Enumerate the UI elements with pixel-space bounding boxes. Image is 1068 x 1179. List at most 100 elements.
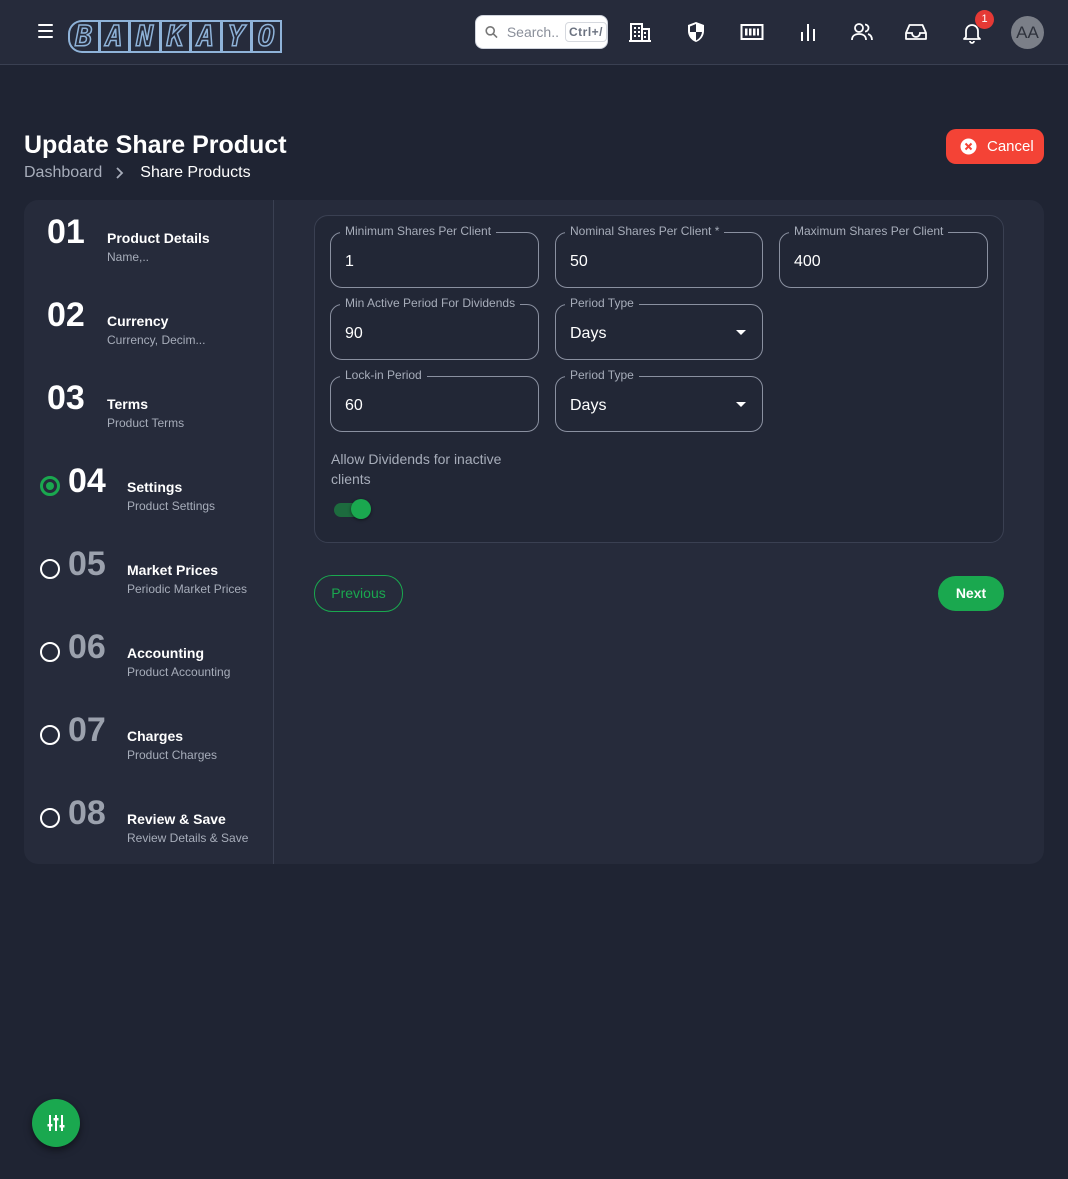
lockin-period-field[interactable]: Lock-in Period 60	[330, 368, 539, 432]
step-subtitle: Product Terms	[107, 416, 185, 430]
allow-dividends-label: Allow Dividends for inactive clients	[331, 451, 502, 487]
chevron-right-icon	[116, 167, 124, 179]
step-subtitle: Product Settings	[127, 499, 216, 513]
allow-dividends-toggle[interactable]	[334, 497, 374, 519]
avatar[interactable]: AA	[1011, 16, 1044, 49]
logo-letter: A	[190, 20, 221, 53]
wizard-card: 01 Product Details Name,.. 02 Currency C…	[24, 200, 1044, 864]
step-title: Terms	[107, 396, 148, 412]
bar-chart-icon[interactable]	[796, 20, 820, 44]
field-value: Days	[570, 397, 607, 414]
top-bar: B A N K A Y O Search.. Ctrl+/ 1 AA	[0, 0, 1068, 65]
step-title: Product Details	[107, 230, 210, 246]
step-number: 01	[47, 213, 85, 251]
step-terms[interactable]: 03 Terms Product Terms	[24, 371, 274, 431]
min-active-period-field[interactable]: Min Active Period For Dividends 90	[330, 296, 539, 360]
step-number: 02	[47, 296, 85, 334]
search-box[interactable]: Search.. Ctrl+/	[475, 15, 608, 49]
close-circle-icon	[960, 138, 977, 155]
dropdown-arrow-icon	[736, 330, 746, 335]
field-label: Min Active Period For Dividends	[340, 296, 521, 310]
step-subtitle: Review Details & Save	[127, 831, 249, 845]
nominal-shares-field[interactable]: Nominal Shares Per Client * 50	[555, 224, 763, 288]
step-market-prices[interactable]: 05 Market Prices Periodic Market Prices	[24, 537, 274, 597]
logo-letter: N	[129, 20, 160, 53]
search-placeholder: Search..	[506, 24, 559, 40]
field-value: Days	[570, 325, 607, 342]
logo-letter: K	[159, 20, 190, 53]
field-value: 1	[345, 253, 354, 270]
step-pending-indicator	[40, 559, 60, 579]
logo-letter: O	[251, 20, 282, 53]
step-subtitle: Currency, Decim...	[107, 333, 206, 347]
step-number: 05	[68, 545, 106, 583]
field-value: 60	[345, 397, 363, 414]
step-active-indicator	[40, 476, 60, 496]
step-accounting[interactable]: 06 Accounting Product Accounting	[24, 620, 274, 680]
search-icon	[485, 25, 498, 39]
field-label: Period Type	[565, 368, 639, 382]
step-title: Accounting	[127, 645, 204, 661]
logo-letter: A	[98, 20, 129, 53]
field-label: Lock-in Period	[340, 368, 427, 382]
settings-fab[interactable]	[32, 1099, 80, 1147]
field-value: 50	[570, 253, 588, 270]
shield-icon[interactable]	[684, 20, 708, 44]
notification-badge: 1	[975, 10, 994, 29]
step-title: Currency	[107, 313, 169, 329]
sliders-icon	[47, 1115, 65, 1131]
step-pending-indicator	[40, 725, 60, 745]
step-subtitle: Product Accounting	[127, 665, 231, 679]
logo[interactable]: B A N K A Y O	[68, 20, 282, 53]
step-review-save[interactable]: 08 Review & Save Review Details & Save	[24, 786, 274, 846]
step-subtitle: Name,..	[107, 250, 150, 264]
logo-letter: B	[68, 20, 99, 53]
breadcrumb-dashboard[interactable]: Dashboard	[24, 164, 102, 182]
step-title: Review & Save	[127, 811, 226, 827]
field-value: 400	[794, 253, 821, 270]
menu-icon[interactable]	[38, 24, 53, 38]
lockin-period-type-select[interactable]: Period Type Days	[555, 368, 763, 432]
money-icon[interactable]	[740, 20, 764, 44]
step-currency[interactable]: 02 Currency Currency, Decim...	[24, 288, 274, 348]
step-product-details[interactable]: 01 Product Details Name,..	[24, 205, 274, 265]
step-number: 03	[47, 379, 85, 417]
step-title: Market Prices	[127, 562, 219, 578]
cancel-label: Cancel	[987, 138, 1034, 155]
step-pending-indicator	[40, 808, 60, 828]
step-number: 07	[68, 711, 106, 749]
breadcrumb-share-products: Share Products	[140, 164, 251, 181]
next-button[interactable]: Next	[938, 576, 1004, 611]
step-charges[interactable]: 07 Charges Product Charges	[24, 703, 274, 763]
min-active-period-type-select[interactable]: Period Type Days	[555, 296, 763, 360]
step-number: 08	[68, 794, 106, 832]
step-number: 06	[68, 628, 106, 666]
step-title: Charges	[127, 728, 184, 744]
step-subtitle: Periodic Market Prices	[127, 582, 248, 596]
page-title: Update Share Product	[24, 131, 287, 159]
step-pending-indicator	[40, 642, 60, 662]
cancel-button[interactable]: Cancel	[946, 129, 1044, 164]
logo-letter: Y	[220, 20, 251, 53]
max-shares-field[interactable]: Maximum Shares Per Client 400	[779, 224, 988, 288]
step-subtitle: Product Charges	[127, 748, 218, 762]
field-label: Period Type	[565, 296, 639, 310]
field-value: 90	[345, 325, 363, 342]
search-shortcut: Ctrl+/	[564, 22, 607, 42]
field-label: Minimum Shares Per Client	[340, 224, 497, 238]
step-title: Settings	[127, 479, 183, 495]
settings-form: Minimum Shares Per Client 1 Nominal Shar…	[314, 215, 1004, 543]
field-label: Nominal Shares Per Client *	[565, 224, 725, 238]
min-shares-field[interactable]: Minimum Shares Per Client 1	[330, 224, 539, 288]
dropdown-arrow-icon	[736, 402, 746, 407]
building-icon[interactable]	[628, 20, 652, 44]
toggle-knob	[351, 499, 371, 519]
stepper: 01 Product Details Name,.. 02 Currency C…	[24, 200, 274, 864]
step-number: 04	[68, 462, 106, 500]
users-icon[interactable]	[850, 20, 874, 44]
step-settings[interactable]: 04 Settings Product Settings	[24, 454, 274, 514]
previous-button[interactable]: Previous	[314, 575, 403, 612]
inbox-icon[interactable]	[904, 20, 928, 44]
breadcrumb: Dashboard Share Products	[24, 164, 251, 182]
field-label: Maximum Shares Per Client	[789, 224, 949, 238]
